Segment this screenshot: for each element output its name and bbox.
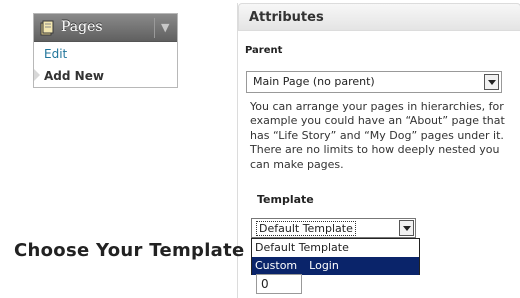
order-input[interactable]: 0 [256, 274, 302, 294]
template-option-highlighted[interactable]: Custom Login [252, 257, 419, 275]
parent-help-text: You can arrange your pages in hierarchie… [250, 100, 505, 171]
chevron-down-icon[interactable] [399, 220, 414, 236]
attributes-panel-header[interactable]: Attributes [238, 3, 520, 31]
current-item-arrow-icon [34, 69, 40, 81]
parent-label: Parent [245, 45, 283, 56]
pages-menu-divider [154, 18, 155, 38]
template-option[interactable]: Default Template [252, 239, 419, 257]
pages-menu: Pages ▼ Edit Add New [33, 13, 178, 88]
pages-icon [40, 20, 54, 36]
chevron-down-icon[interactable] [484, 74, 499, 90]
template-label: Template [257, 193, 314, 206]
template-option-label: Custom [255, 259, 298, 272]
template-option-label: Login [309, 259, 339, 272]
attributes-title: Attributes [249, 10, 324, 25]
pages-menu-title: Pages [61, 19, 103, 35]
template-select[interactable]: Default Template [251, 218, 416, 238]
pages-menu-header[interactable]: Pages ▼ [34, 14, 177, 42]
parent-select-value: Main Page (no parent) [253, 75, 375, 88]
triangle-down-icon[interactable]: ▼ [161, 21, 169, 34]
caption-heading: Choose Your Template [14, 240, 245, 261]
template-dropdown-list: Default Template Custom Login [251, 238, 420, 275]
template-select-value: Default Template [256, 221, 356, 236]
menu-item-edit[interactable]: Edit [44, 47, 67, 61]
menu-item-add-new[interactable]: Add New [44, 69, 104, 83]
parent-select[interactable]: Main Page (no parent) [246, 71, 502, 93]
